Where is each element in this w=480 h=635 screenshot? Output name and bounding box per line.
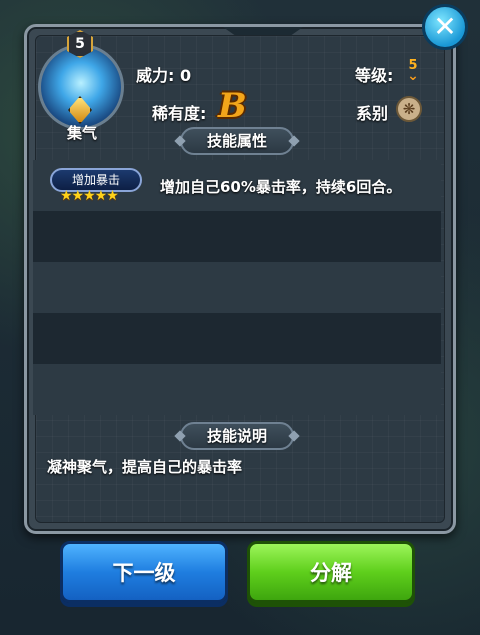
attribute-row bbox=[33, 364, 441, 415]
next-level-button[interactable]: 下一级 bbox=[60, 541, 228, 603]
close-icon: ✕ bbox=[433, 10, 457, 43]
attribute-row bbox=[33, 211, 441, 262]
paw-icon: ❋ bbox=[396, 96, 422, 122]
series-label: 系别 bbox=[356, 104, 389, 123]
attributes-section-title: 技能属性 bbox=[180, 127, 294, 155]
attribute-row bbox=[33, 262, 441, 313]
close-button[interactable]: ✕ bbox=[422, 4, 468, 50]
effect-stars: ★★★★★ bbox=[60, 188, 119, 204]
attribute-row bbox=[33, 313, 441, 364]
power-stat: 威力: 0 bbox=[136, 66, 192, 85]
skill-name: 集气 bbox=[66, 124, 97, 142]
grade-label: 等级: bbox=[355, 66, 394, 85]
skill-description: 凝神聚气，提高自己的暴击率 bbox=[47, 458, 243, 476]
rarity-grade: B bbox=[218, 86, 247, 126]
chevron-down-icon: ⌄ bbox=[407, 68, 419, 84]
grade-chevron-icon: 5 ⌄ bbox=[404, 59, 422, 84]
effect-description: 增加自己60%暴击率，持续6回合。 bbox=[160, 178, 402, 196]
decompose-button[interactable]: 分解 bbox=[247, 541, 415, 603]
rarity-label: 稀有度: bbox=[152, 104, 207, 123]
description-section-title: 技能说明 bbox=[180, 422, 294, 450]
